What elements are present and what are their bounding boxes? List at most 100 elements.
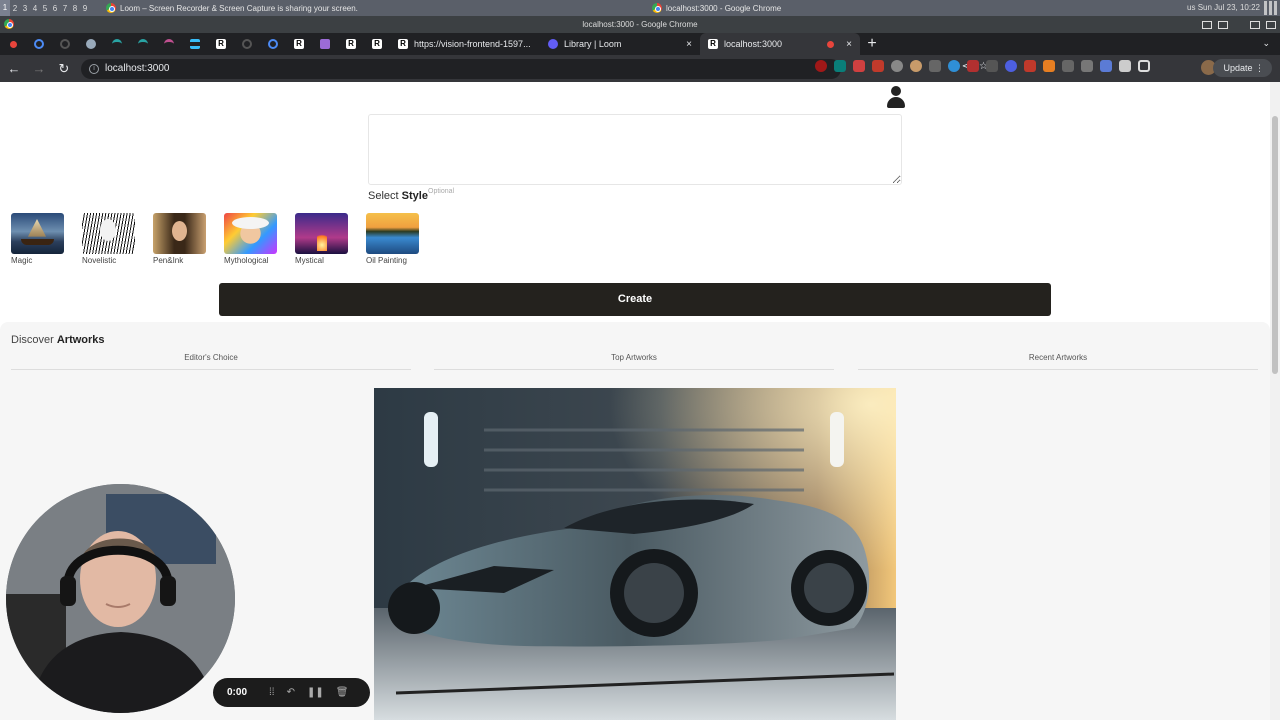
minimize-icon[interactable] [1202, 20, 1212, 29]
workspace-7[interactable]: 7 [60, 4, 70, 13]
recording-indicator-icon [827, 40, 835, 48]
puzzle-icon[interactable] [1119, 60, 1131, 72]
extension-icon[interactable] [1024, 60, 1036, 72]
pinned-tab-replicate-3[interactable]: R [338, 33, 364, 55]
extension-icon[interactable] [1043, 60, 1055, 72]
extension-icon[interactable] [986, 60, 998, 72]
pinned-tab-loop-2[interactable] [260, 33, 286, 55]
pen-ink-thumbnail[interactable] [153, 213, 206, 254]
tab-loom-library[interactable]: Library | Loom × [540, 33, 700, 55]
pinned-tab-replicate-1[interactable]: R [208, 33, 234, 55]
extension-icon[interactable] [834, 60, 846, 72]
url-text[interactable]: localhost:3000 [105, 63, 170, 74]
workspace-switcher[interactable]: 1 2 3 4 5 6 7 8 9 [0, 0, 90, 16]
ublock-icon[interactable] [815, 60, 827, 72]
pinned-tab-replicate-2[interactable]: R [286, 33, 312, 55]
workspace-2[interactable]: 2 [10, 4, 20, 13]
style-option-mythological[interactable]: Mythological [224, 213, 295, 265]
tab-label: localhost:3000 [724, 39, 783, 49]
drag-handle-icon[interactable]: ⁞⁞ [269, 687, 275, 698]
create-button[interactable]: Create [219, 283, 1051, 316]
taskbar-window-loom[interactable]: Loom – Screen Recorder & Screen Capture … [106, 0, 358, 16]
tab-strip: R R R R R https://vision-frontend-1597..… [0, 33, 1280, 55]
loom-camera-bubble[interactable] [6, 484, 235, 713]
pause-icon[interactable]: ❚❚ [307, 687, 324, 698]
extension-icon[interactable] [1100, 60, 1112, 72]
pinned-tab-cloud-2[interactable] [130, 33, 156, 55]
extension-icon[interactable] [1062, 60, 1074, 72]
extension-icon[interactable] [967, 60, 979, 72]
info-icon[interactable]: i [89, 63, 99, 74]
forward-arrow-icon[interactable]: → [28, 58, 50, 80]
page-scrollbar[interactable] [1270, 82, 1280, 720]
tab-search-chevron-icon[interactable]: ⌄ [1262, 38, 1270, 49]
mystical-thumbnail[interactable] [295, 213, 348, 254]
style-option-novelistic[interactable]: Novelistic [82, 213, 153, 265]
pinned-tab-loop[interactable] [26, 33, 52, 55]
new-tab-button[interactable]: + [860, 35, 884, 53]
pinned-tab-replicate-4[interactable]: R [364, 33, 390, 55]
pinned-tab-loading-2[interactable] [234, 33, 260, 55]
tab-vision-frontend[interactable]: R https://vision-frontend-1597... [390, 33, 540, 55]
style-option-magic[interactable]: Magic [11, 213, 82, 265]
prompt-input[interactable] [368, 114, 902, 185]
extension-icon[interactable] [853, 60, 865, 72]
loom-icon [548, 39, 558, 49]
extension-icon[interactable] [948, 60, 960, 72]
extension-icon[interactable] [1081, 60, 1093, 72]
workspace-3[interactable]: 3 [20, 4, 30, 13]
style-option-pen-ink[interactable]: Pen&Ink [153, 213, 224, 265]
replicate-icon: R [346, 39, 356, 49]
style-option-mystical[interactable]: Mystical [295, 213, 366, 265]
extension-icon[interactable] [910, 60, 922, 72]
tab-localhost[interactable]: R localhost:3000 × [700, 33, 860, 55]
extension-icon[interactable] [1005, 60, 1017, 72]
scrollbar-thumb[interactable] [1272, 116, 1278, 374]
novelistic-thumbnail[interactable] [82, 213, 135, 254]
tab-top-artworks[interactable]: Top Artworks [434, 353, 834, 370]
style-option-oil-painting[interactable]: Oil Painting [366, 213, 437, 265]
tab-editors-choice[interactable]: Editor's Choice [11, 353, 411, 370]
sidepanel-icon[interactable] [1138, 60, 1150, 72]
workspace-4[interactable]: 4 [30, 4, 40, 13]
close-icon[interactable]: × [846, 39, 852, 50]
pinned-tab-loading[interactable] [52, 33, 78, 55]
pinned-tab-globe[interactable] [78, 33, 104, 55]
pinned-tab-recording[interactable] [0, 33, 26, 55]
workspace-1[interactable]: 1 [0, 0, 10, 16]
workspace-6[interactable]: 6 [50, 4, 60, 13]
workspace-9[interactable]: 9 [80, 4, 90, 13]
update-button[interactable]: Update ⋮ [1213, 59, 1272, 77]
pencil-icon[interactable] [929, 60, 941, 72]
restore-icon[interactable] [1250, 20, 1260, 29]
window-grid-icon[interactable] [1266, 20, 1276, 29]
magic-thumbnail[interactable] [11, 213, 64, 254]
cloud-icon [164, 39, 174, 49]
pinned-tab-cloud-3[interactable] [156, 33, 182, 55]
loom-recording-controls: 0:00 ⁞⁞ ↶ ❚❚ 🗑 [213, 678, 370, 707]
extension-icon[interactable] [872, 60, 884, 72]
reload-icon[interactable]: ↻ [53, 58, 75, 80]
back-arrow-icon[interactable]: ← [3, 58, 25, 80]
pin-icon[interactable] [1234, 21, 1244, 29]
pinned-tab-cloud-1[interactable] [104, 33, 130, 55]
workspace-5[interactable]: 5 [40, 4, 50, 13]
system-tray-clock[interactable]: us Sun Jul 23, 10:22 [1187, 0, 1260, 16]
taskbar-window-chrome[interactable]: localhost:3000 - Google Chrome [652, 0, 781, 16]
user-icon[interactable] [887, 86, 905, 108]
oil-painting-thumbnail[interactable] [366, 213, 419, 254]
maximize-icon[interactable] [1218, 20, 1228, 29]
undo-icon[interactable]: ↶ [287, 687, 295, 698]
close-icon[interactable]: × [686, 39, 692, 50]
workspace-8[interactable]: 8 [70, 4, 80, 13]
extension-icon[interactable] [891, 60, 903, 72]
mythological-thumbnail[interactable] [224, 213, 277, 254]
featured-artwork[interactable] [374, 388, 896, 720]
tab-recent-artworks[interactable]: Recent Artworks [858, 353, 1258, 370]
pinned-tab-tailwind[interactable] [182, 33, 208, 55]
car-artwork-image [374, 388, 896, 720]
app-grid-icon[interactable] [1264, 1, 1278, 15]
trash-icon[interactable]: 🗑 [336, 687, 349, 698]
address-bar[interactable]: i localhost:3000 [81, 58, 841, 79]
pinned-tab-violet[interactable] [312, 33, 338, 55]
